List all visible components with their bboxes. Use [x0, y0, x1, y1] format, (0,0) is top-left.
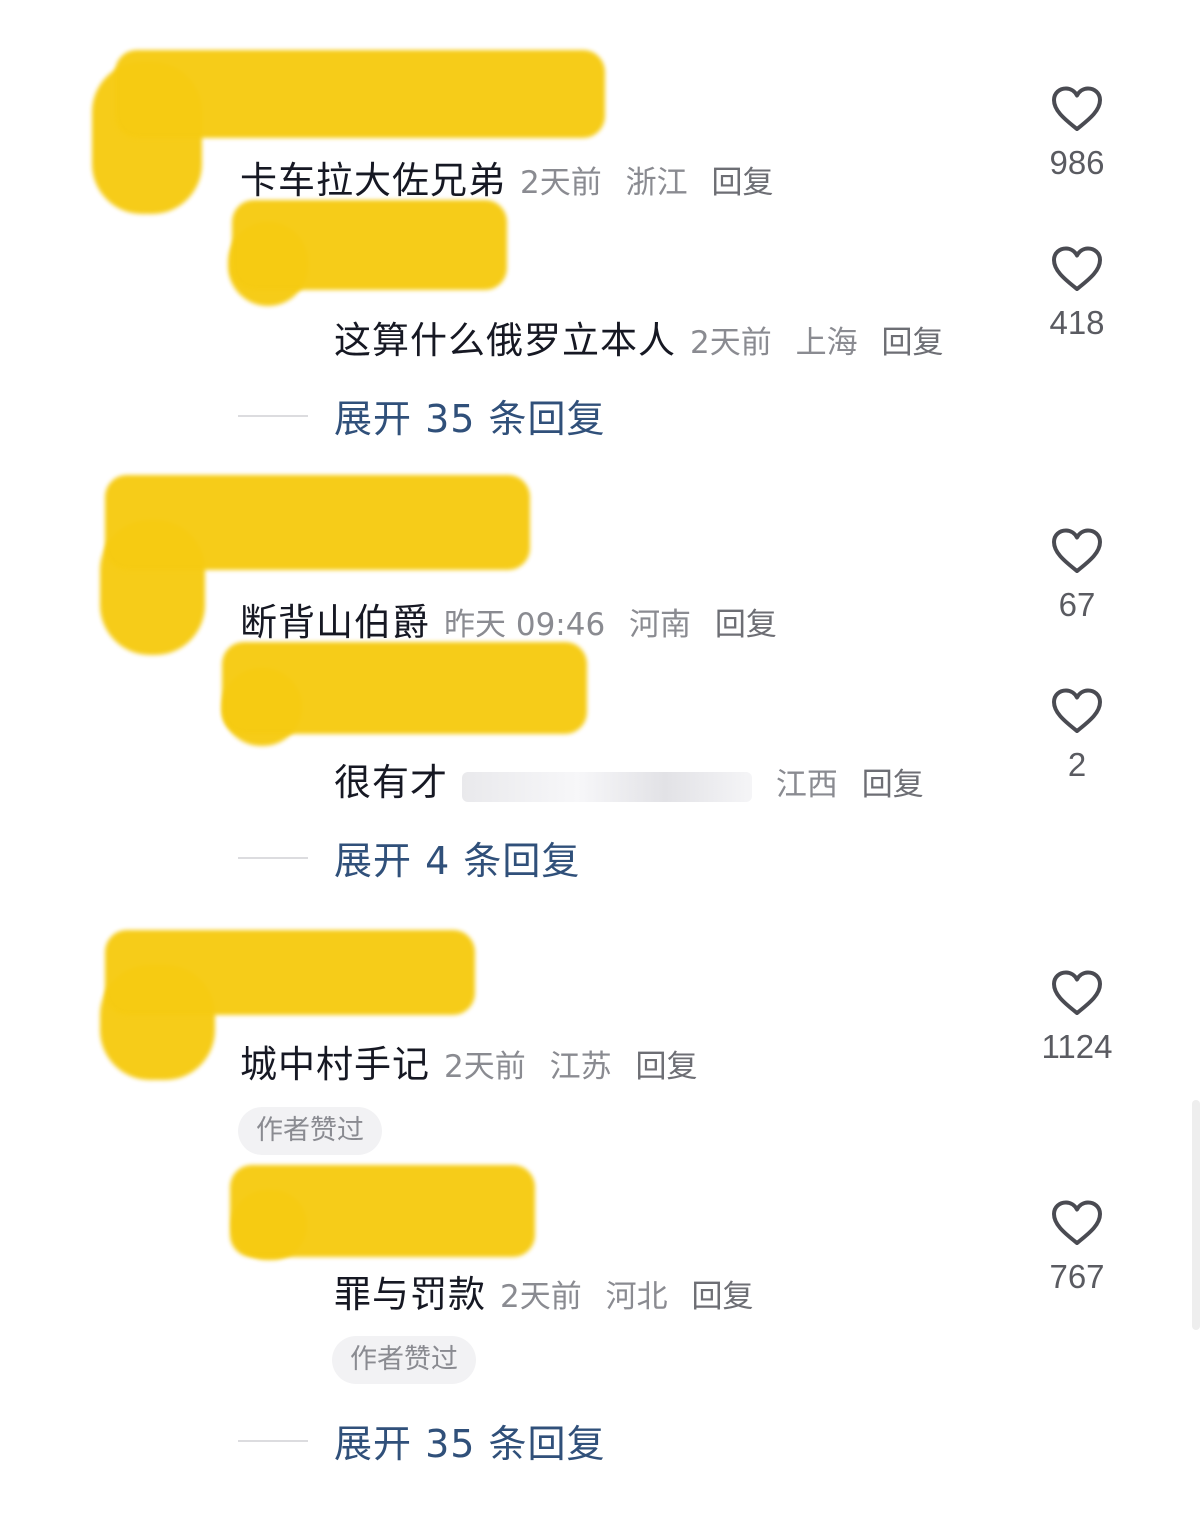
comment-2-location: 河南 [629, 607, 692, 643]
comment-3-meta: 2天前 江苏 回复 [444, 1041, 697, 1086]
reply-2-row: 很有才 江西 回复 [334, 752, 924, 806]
reply-2-like-button[interactable]: 2 [1027, 688, 1127, 784]
comment-3-reply-button[interactable]: 回复 [635, 1049, 697, 1085]
comment-2-text: 断背山伯爵 [240, 601, 430, 644]
reply-3-reply-button[interactable]: 回复 [691, 1279, 753, 1315]
comment-2-row: 断背山伯爵 昨天 09:46 河南 回复 [240, 592, 777, 646]
comment-2-reply-button[interactable]: 回复 [715, 607, 777, 643]
redacted-sub-username [222, 642, 587, 734]
comment-1-row: 卡车拉大佐兄弟 2天前 浙江 回复 [240, 150, 773, 204]
comment-3-like-button[interactable]: 1124 [1027, 970, 1127, 1066]
comment-2-time: 昨天 09:46 [444, 607, 606, 643]
expand-replies-1-label: 展开 35 条回复 [334, 397, 606, 441]
reply-2-like-count: 2 [1067, 746, 1087, 783]
divider [238, 414, 308, 417]
redacted-sub-username [232, 200, 507, 290]
comment-3-location: 江苏 [549, 1049, 612, 1085]
expand-replies-1-button[interactable]: 展开 35 条回复 [238, 388, 606, 443]
redacted-username [105, 930, 475, 1015]
heart-outline-icon [1052, 970, 1102, 1015]
expand-replies-2-label: 展开 4 条回复 [334, 839, 581, 883]
comment-1-text: 卡车拉大佐兄弟 [240, 159, 506, 202]
reply-1-like-button[interactable]: 418 [1027, 246, 1127, 342]
comment-2-like-count: 67 [1058, 586, 1096, 623]
reply-1-reply-button[interactable]: 回复 [881, 325, 943, 361]
reply-3-location: 河北 [605, 1279, 668, 1315]
expand-replies-2-button[interactable]: 展开 4 条回复 [238, 830, 580, 885]
reply-1-meta: 2天前 上海 回复 [690, 317, 943, 362]
redacted-username [105, 475, 530, 570]
comment-1-meta: 2天前 浙江 回复 [520, 157, 773, 202]
reply-3-time: 2天前 [500, 1279, 582, 1315]
reply-3-like-count: 767 [1049, 1258, 1105, 1295]
author-liked-badge: 作者赞过 [238, 1107, 382, 1155]
reply-1-text: 这算什么俄罗立本人 [334, 319, 676, 362]
comment-1-time: 2天前 [520, 165, 602, 201]
heart-outline-icon [1052, 688, 1102, 733]
divider [238, 856, 308, 859]
reply-2-location: 江西 [775, 767, 838, 803]
heart-outline-icon [1052, 1200, 1102, 1245]
author-liked-badge: 作者赞过 [332, 1336, 476, 1384]
reply-3-row: 罪与罚款 2天前 河北 回复 [334, 1264, 753, 1318]
comment-3-row: 城中村手记 2天前 江苏 回复 [240, 1034, 697, 1088]
scrollbar[interactable] [1192, 1100, 1200, 1330]
comment-1-reply-button[interactable]: 回复 [711, 165, 773, 201]
reply-1-time: 2天前 [690, 325, 772, 361]
redacted-username [115, 50, 605, 138]
expand-replies-3-button[interactable]: 展开 35 条回复 [238, 1413, 606, 1468]
reply-1-location: 上海 [795, 325, 858, 361]
reply-1-row: 这算什么俄罗立本人 2天前 上海 回复 [334, 310, 943, 364]
reply-1-like-count: 418 [1049, 304, 1105, 341]
reply-3-text: 罪与罚款 [334, 1273, 486, 1316]
comment-2-like-button[interactable]: 67 [1027, 528, 1127, 624]
comment-2-meta: 昨天 09:46 河南 回复 [444, 599, 777, 644]
reply-2-meta: 江西 回复 [462, 759, 924, 804]
reply-2-reply-button[interactable]: 回复 [862, 767, 924, 803]
expand-replies-3-label: 展开 35 条回复 [334, 1422, 606, 1466]
comment-1-like-button[interactable]: 986 [1027, 86, 1127, 182]
comment-3-like-count: 1124 [1041, 1028, 1113, 1065]
heart-outline-icon [1052, 86, 1102, 131]
heart-outline-icon [1052, 246, 1102, 291]
reply-2-text: 很有才 [334, 761, 448, 804]
heart-outline-icon [1052, 528, 1102, 573]
comment-3-time: 2天前 [444, 1049, 526, 1085]
divider [238, 1439, 308, 1442]
comment-1-like-count: 986 [1049, 144, 1105, 181]
comment-1-location: 浙江 [625, 165, 688, 201]
reply-3-meta: 2天前 河北 回复 [500, 1271, 753, 1316]
comment-3-text: 城中村手记 [240, 1043, 430, 1086]
reply-2-time-obscured [462, 771, 752, 802]
reply-3-like-button[interactable]: 767 [1027, 1200, 1127, 1296]
redacted-sub-username [230, 1165, 535, 1257]
